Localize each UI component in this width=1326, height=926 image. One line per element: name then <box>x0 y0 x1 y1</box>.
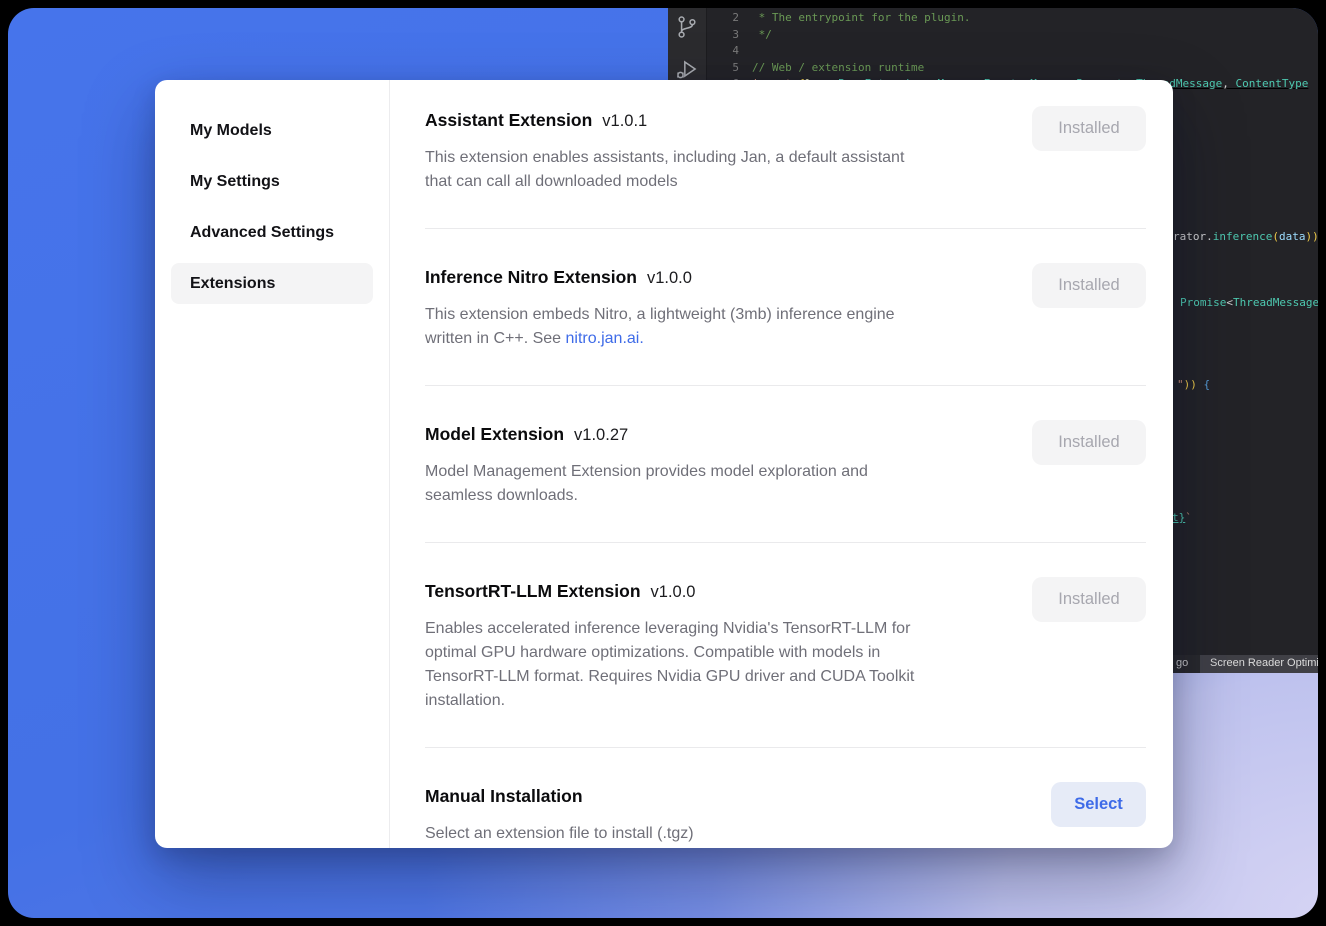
code-fragment: t}` <box>1172 511 1192 524</box>
extension-info: Inference Nitro Extension v1.0.0 This ext… <box>425 263 1017 351</box>
extension-row-tensorrt-llm: TensortRT-LLM Extension v1.0.0 Enables ac… <box>425 543 1146 748</box>
sidebar-item-extensions[interactable]: Extensions <box>171 263 373 304</box>
extension-info: Model Extension v1.0.27 Model Management … <box>425 420 1017 508</box>
extension-description: Enables accelerated inference leveraging… <box>425 617 1017 713</box>
installed-button[interactable]: Installed <box>1032 420 1146 465</box>
installed-button[interactable]: Installed <box>1032 263 1146 308</box>
settings-modal: My Models My Settings Advanced Settings … <box>155 80 1173 848</box>
status-bar-text: go <box>1176 657 1188 669</box>
sidebar-item-my-settings[interactable]: My Settings <box>171 161 373 202</box>
extension-info: Assistant Extension v1.0.1 This extension… <box>425 106 1017 194</box>
extension-version: v1.0.1 <box>602 112 647 130</box>
nitro-jan-ai-link[interactable]: nitro.jan.ai. <box>566 330 644 347</box>
extension-row-assistant: Assistant Extension v1.0.1 This extension… <box>425 106 1146 229</box>
run-debug-icon[interactable] <box>674 56 700 82</box>
extension-description: Model Management Extension provides mode… <box>425 460 1017 508</box>
extension-version: v1.0.0 <box>651 583 696 601</box>
desktop-background: 2 * The entrypoint for the plugin.3 */45… <box>8 8 1318 918</box>
extension-info: Manual Installation Select an extension … <box>425 782 1017 846</box>
extension-title: Assistant Extension <box>425 110 592 130</box>
extension-title: TensortRT-LLM Extension <box>425 581 641 601</box>
manual-installation-title: Manual Installation <box>425 786 583 806</box>
extension-version: v1.0.27 <box>574 426 628 444</box>
installed-button[interactable]: Installed <box>1032 577 1146 622</box>
sidebar-item-advanced-settings[interactable]: Advanced Settings <box>171 212 373 253</box>
code-fragment: Promise<ThreadMessage> <box>1180 296 1318 309</box>
screen-reader-optimize-status[interactable]: Screen Reader Optimize <box>1200 655 1318 673</box>
extension-title: Model Extension <box>425 424 564 444</box>
extensions-list: Assistant Extension v1.0.1 This extension… <box>390 80 1173 848</box>
select-file-button[interactable]: Select <box>1051 782 1146 827</box>
manual-installation-description: Select an extension file to install (.tg… <box>425 822 1017 846</box>
sidebar-item-my-models[interactable]: My Models <box>171 110 373 151</box>
extension-row-inference-nitro: Inference Nitro Extension v1.0.0 This ext… <box>425 229 1146 386</box>
settings-sidebar: My Models My Settings Advanced Settings … <box>155 80 390 848</box>
extension-description: This extension enables assistants, inclu… <box>425 146 1017 194</box>
manual-installation-row: Manual Installation Select an extension … <box>425 748 1146 848</box>
extension-title: Inference Nitro Extension <box>425 267 637 287</box>
code-fragment: rator.inference(data)); <box>1173 230 1318 243</box>
extension-version: v1.0.0 <box>647 269 692 287</box>
installed-button[interactable]: Installed <box>1032 106 1146 151</box>
extension-description: This extension embeds Nitro, a lightweig… <box>425 303 1017 351</box>
extension-row-model: Model Extension v1.0.27 Model Management … <box>425 386 1146 543</box>
code-fragment: ")) { <box>1177 378 1210 391</box>
extension-info: TensortRT-LLM Extension v1.0.0 Enables ac… <box>425 577 1017 713</box>
source-control-icon[interactable] <box>674 14 700 40</box>
